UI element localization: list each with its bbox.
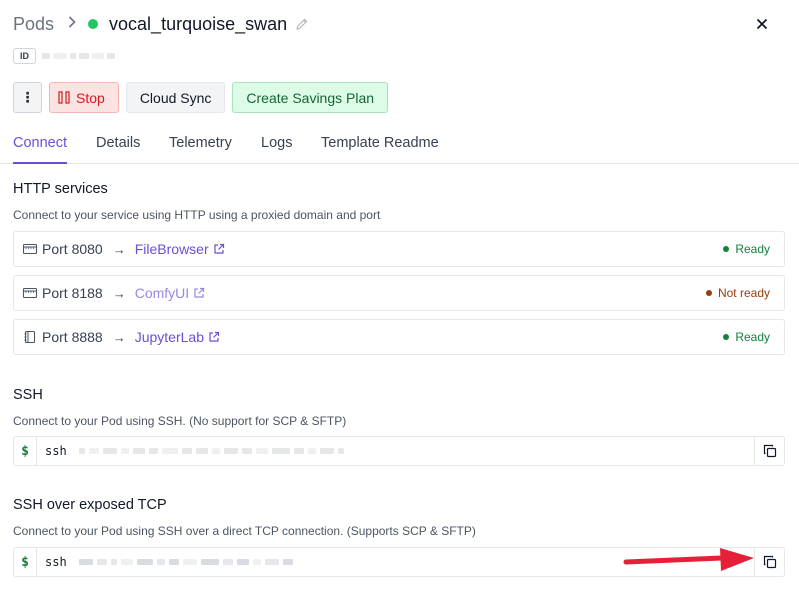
ssh-title: SSH bbox=[13, 387, 43, 403]
service-row-8188: Port 8188 → ComfyUI Not ready bbox=[13, 275, 785, 311]
jupyterlab-link[interactable]: JupyterLab bbox=[135, 329, 220, 345]
window-icon bbox=[22, 286, 38, 300]
cloud-sync-button[interactable]: Cloud Sync bbox=[125, 82, 226, 113]
id-badge: ID bbox=[13, 48, 36, 64]
status-badge: Ready bbox=[723, 242, 770, 256]
more-vertical-icon: ⋮ bbox=[20, 89, 35, 105]
ssh-command-redacted bbox=[78, 448, 344, 454]
ssh-command-box: $ ssh bbox=[13, 436, 785, 466]
tab-telemetry[interactable]: Telemetry bbox=[169, 135, 232, 164]
more-options-button[interactable]: ⋮ bbox=[13, 82, 42, 113]
stop-icon bbox=[58, 91, 70, 104]
ssh-command-text: ssh bbox=[45, 444, 67, 458]
pod-status-dot bbox=[88, 19, 99, 29]
port-label: Port 8080 bbox=[42, 241, 103, 257]
copy-icon[interactable] bbox=[754, 437, 784, 465]
cloud-sync-label: Cloud Sync bbox=[139, 89, 212, 106]
service-row-8888: Port 8888 → JupyterLab Ready bbox=[13, 319, 785, 355]
breadcrumb-pods[interactable]: Pods bbox=[13, 14, 54, 35]
service-name: JupyterLab bbox=[134, 329, 204, 345]
ssh-command[interactable]: ssh bbox=[37, 444, 754, 458]
window-icon bbox=[22, 242, 38, 256]
tab-details[interactable]: Details bbox=[96, 135, 140, 164]
arrow-right-icon: → bbox=[112, 285, 126, 301]
ssh-description: Connect to your Pod using SSH. (No suppo… bbox=[13, 414, 347, 428]
port-label: Port 8888 bbox=[42, 329, 103, 345]
notebook-icon bbox=[22, 330, 38, 344]
pod-name: vocal_turquoise_swan bbox=[109, 13, 288, 34]
filebrowser-link[interactable]: FileBrowser bbox=[135, 241, 225, 257]
ssh-tcp-title: SSH over exposed TCP bbox=[13, 497, 167, 513]
arrow-right-icon: → bbox=[112, 329, 126, 345]
stop-button[interactable]: Stop bbox=[49, 82, 119, 113]
ssh-tcp-command-redacted bbox=[78, 559, 293, 565]
close-icon[interactable] bbox=[748, 10, 776, 38]
external-link-icon bbox=[213, 243, 225, 255]
copy-icon[interactable] bbox=[754, 548, 784, 576]
ssh-tcp-description: Connect to your Pod using SSH over a dir… bbox=[13, 524, 476, 538]
pod-id-row: ID bbox=[13, 47, 115, 65]
arrow-right-icon: → bbox=[112, 241, 126, 257]
service-row-8080: Port 8080 → FileBrowser Ready bbox=[13, 231, 785, 267]
ssh-tcp-command-text: ssh bbox=[45, 555, 67, 569]
tab-logs[interactable]: Logs bbox=[261, 135, 292, 164]
http-services-description: Connect to your service using HTTP using… bbox=[13, 208, 381, 222]
external-link-icon bbox=[193, 287, 205, 299]
chevron-right-icon bbox=[68, 15, 76, 33]
tab-template-readme[interactable]: Template Readme bbox=[321, 135, 439, 164]
http-services-title: HTTP services bbox=[13, 181, 108, 197]
external-link-icon bbox=[208, 331, 220, 343]
status-text: Ready bbox=[735, 242, 770, 256]
port-label: Port 8188 bbox=[42, 285, 103, 301]
status-badge: Ready bbox=[723, 330, 770, 344]
header: Pods vocal_turquoise_swan bbox=[13, 10, 786, 38]
service-name: ComfyUI bbox=[134, 285, 190, 301]
stop-label: Stop bbox=[76, 89, 105, 106]
create-savings-plan-button[interactable]: Create Savings Plan bbox=[232, 82, 389, 113]
status-text: Not ready bbox=[717, 286, 770, 300]
pencil-icon[interactable] bbox=[295, 17, 309, 31]
tab-bar: Connect Details Telemetry Logs Template … bbox=[0, 127, 799, 164]
status-text: Ready bbox=[735, 330, 770, 344]
shell-prompt: $ bbox=[14, 548, 37, 576]
savings-label: Create Savings Plan bbox=[246, 89, 375, 106]
annotation-arrow-icon bbox=[623, 548, 754, 571]
tab-connect[interactable]: Connect bbox=[13, 135, 68, 164]
pod-toolbar: ⋮ Stop Cloud Sync Create Savings Plan bbox=[13, 82, 389, 113]
status-badge: Not ready bbox=[705, 286, 770, 300]
pod-id-redacted bbox=[42, 53, 115, 59]
service-name: FileBrowser bbox=[134, 241, 209, 257]
shell-prompt: $ bbox=[14, 437, 37, 465]
comfyui-link[interactable]: ComfyUI bbox=[135, 285, 205, 301]
